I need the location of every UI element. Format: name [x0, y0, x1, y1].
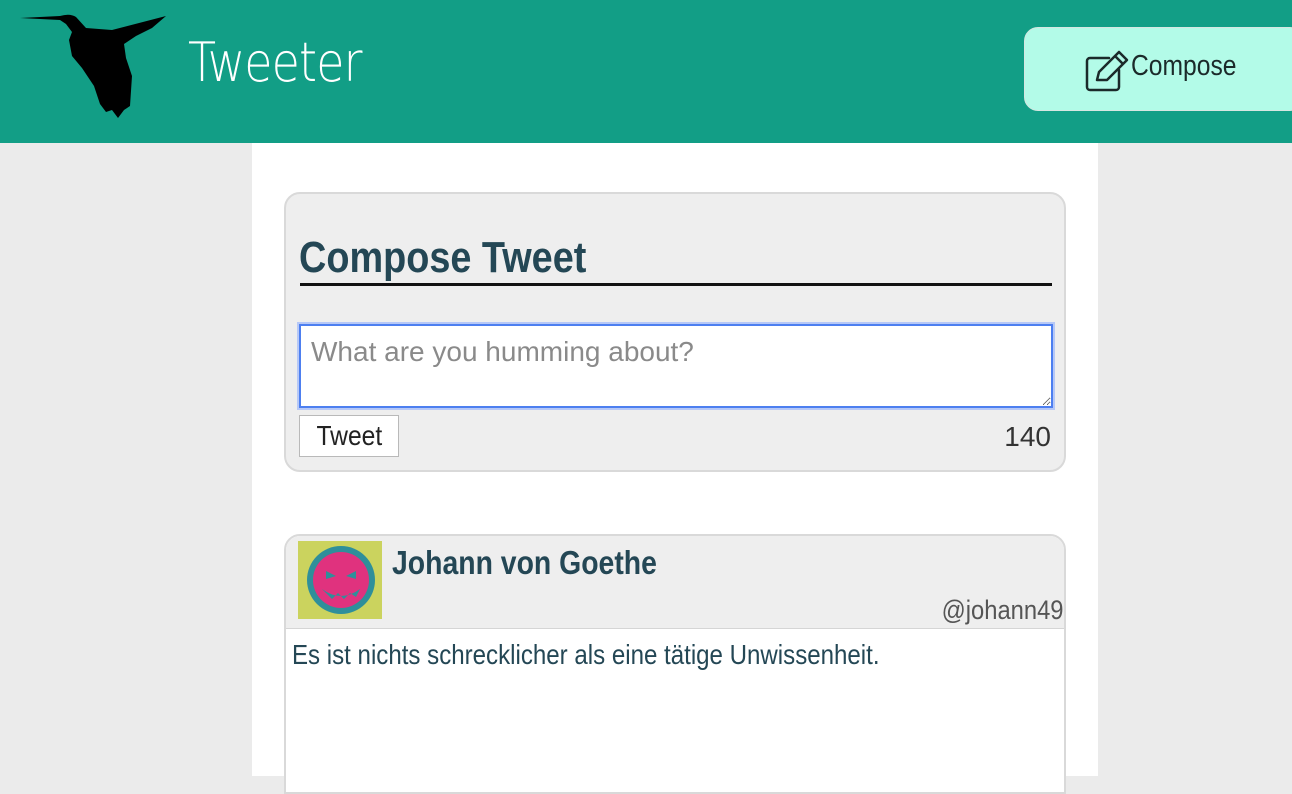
title-underline: [300, 283, 1052, 286]
author-name: Johann von Goethe: [392, 544, 657, 581]
pencil-square-icon: [1085, 50, 1129, 92]
navbar: Tweeter Compose: [0, 0, 1292, 143]
main-container: Compose Tweet Tweet 140 Johann von Goeth…: [252, 143, 1098, 794]
tweet-submit-button[interactable]: Tweet: [299, 415, 399, 457]
tweet-header: Johann von Goethe @johann49: [286, 536, 1064, 629]
tweet-text: Es ist nichts schrecklicher als eine tät…: [292, 639, 880, 670]
compose-button-label: Compose: [1131, 50, 1237, 82]
hummingbird-icon: [20, 14, 166, 118]
char-counter: 140: [1004, 421, 1051, 452]
compose-tweet-panel: Compose Tweet Tweet 140: [284, 192, 1066, 472]
monster-face-avatar: [298, 541, 382, 619]
tweet-submit-label: Tweet: [316, 420, 382, 451]
author-handle: @johann49: [942, 595, 1064, 625]
brand-title: Tweeter: [188, 31, 362, 94]
tweet-textarea[interactable]: [299, 324, 1053, 408]
compose-title: Compose Tweet: [299, 233, 587, 282]
tweet-card: Johann von Goethe @johann49 Es ist nicht…: [284, 534, 1066, 794]
compose-toggle-button[interactable]: Compose: [1024, 27, 1292, 111]
